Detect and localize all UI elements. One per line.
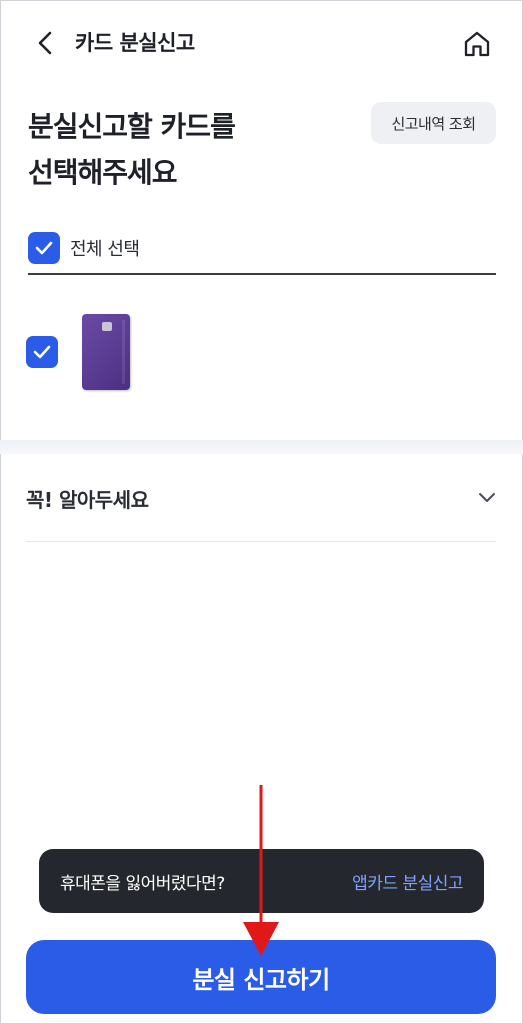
page-title-line2: 선택해주세요 — [28, 156, 178, 189]
notice-accordion[interactable]: 꼭! 알아두세요 — [26, 474, 496, 522]
select-all-divider — [28, 273, 496, 275]
select-all-label: 전체 선택 — [70, 239, 140, 260]
lost-phone-toast: 휴대폰을 잃어버렸다면? 앱카드 분실신고 — [39, 849, 484, 913]
card-stripe — [122, 320, 125, 384]
card-image — [82, 314, 130, 390]
select-all-checkbox[interactable] — [28, 232, 60, 264]
section-separator — [0, 440, 523, 454]
checkmark-icon — [33, 345, 51, 359]
back-button[interactable] — [30, 28, 60, 58]
chevron-down-icon — [479, 493, 495, 502]
notice-divider — [26, 541, 496, 542]
app-header: 카드 분실신고 — [0, 0, 523, 88]
card-list-item[interactable] — [26, 312, 166, 392]
report-history-button[interactable]: 신고내역 조회 — [371, 102, 496, 144]
page-title-line1: 분실신고할 카드를 — [28, 110, 236, 143]
report-lost-button[interactable]: 분실 신고하기 — [26, 940, 496, 1014]
page-title: 분실신고할 카드를 선택해주세요 — [28, 104, 348, 196]
toast-text: 휴대폰을 잃어버렸다면? — [60, 873, 225, 894]
header-title: 카드 분실신고 — [75, 31, 195, 55]
card-chip — [102, 322, 112, 331]
checkmark-icon — [35, 241, 53, 255]
card-checkbox[interactable] — [26, 336, 58, 368]
home-icon — [464, 31, 490, 57]
home-button[interactable] — [460, 28, 494, 60]
select-all-row[interactable]: 전체 선택 — [28, 232, 140, 264]
notice-label: 꼭! 알아두세요 — [26, 487, 149, 512]
chevron-left-icon — [38, 31, 52, 55]
app-card-report-link[interactable]: 앱카드 분실신고 — [352, 869, 463, 894]
